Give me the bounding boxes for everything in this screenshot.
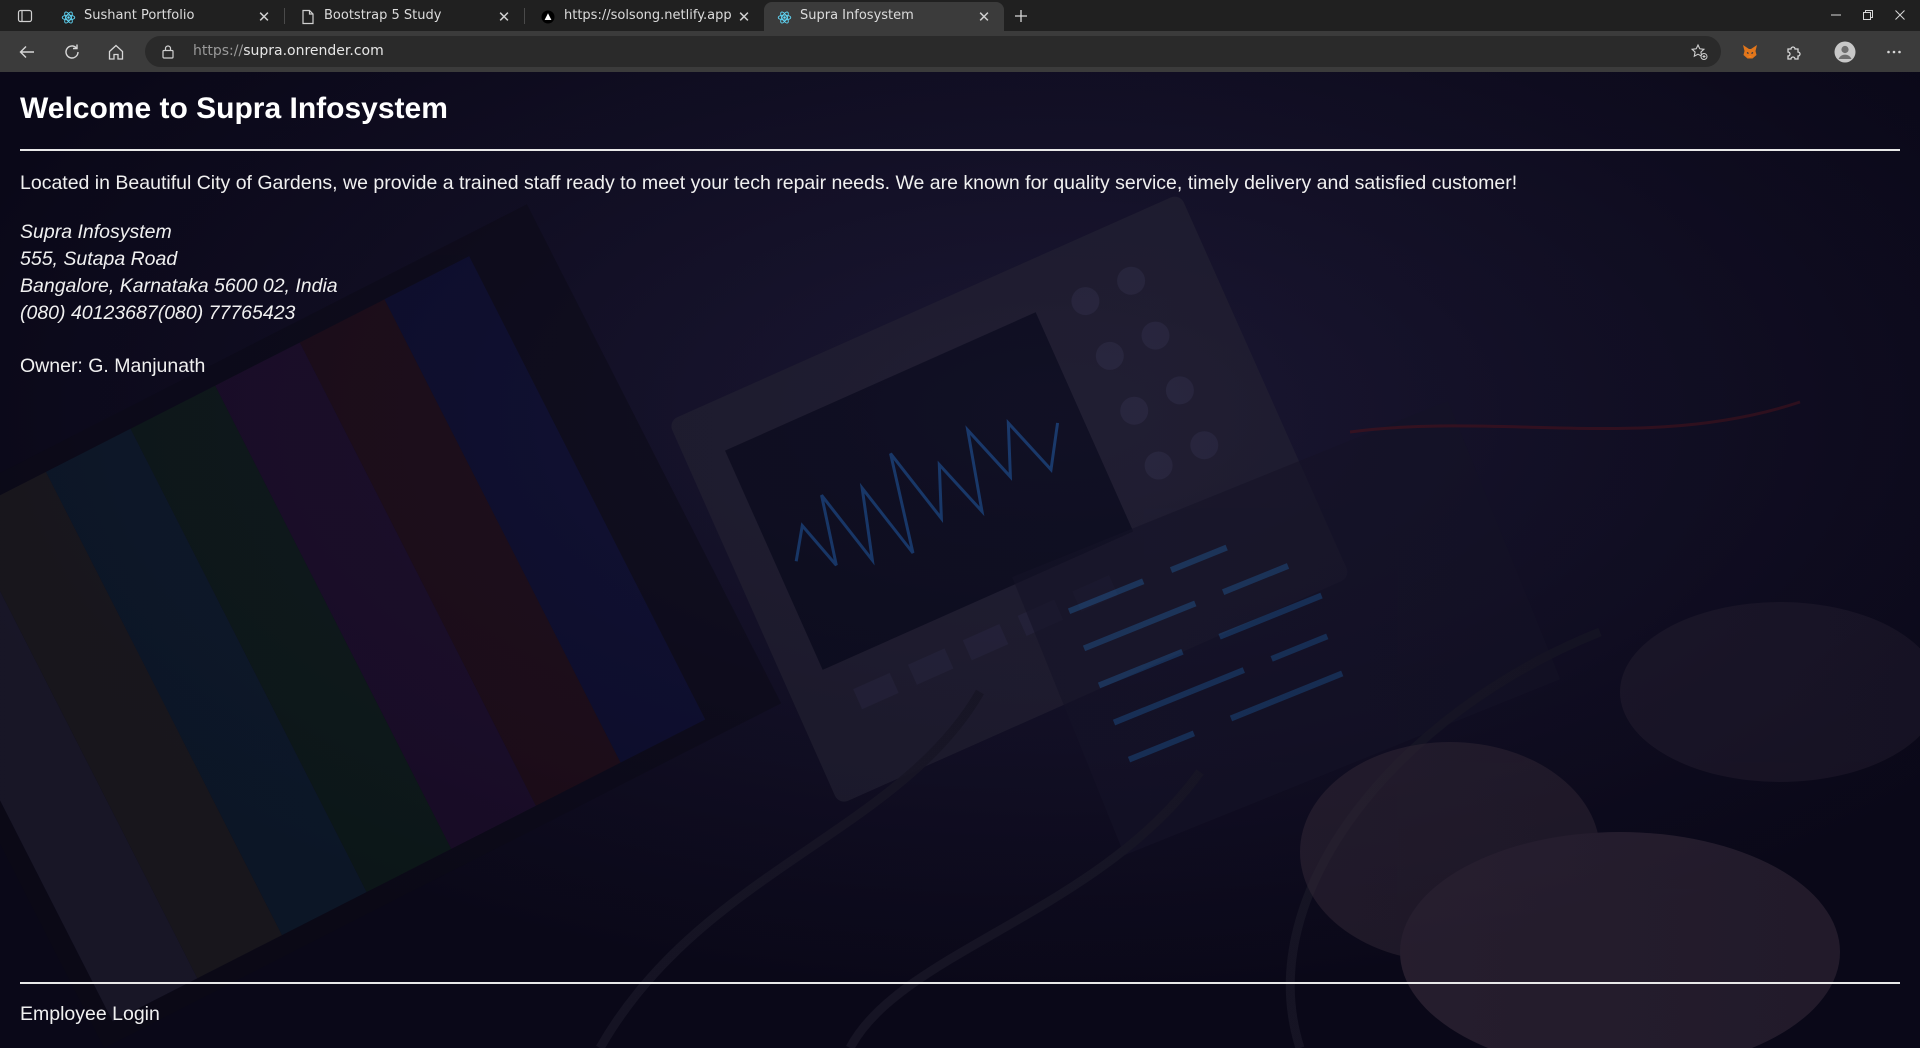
minimize-button[interactable] <box>1824 4 1848 26</box>
metamask-extension-button[interactable] <box>1738 40 1762 64</box>
react-icon <box>776 9 792 25</box>
web-page: Welcome to Supra Infosystem Located in B… <box>0 72 1920 1048</box>
tab-bootstrap-study[interactable]: Bootstrap 5 Study ✕ <box>288 2 524 31</box>
address-city: Bangalore, Karnataka 5600 02, India <box>20 275 338 297</box>
reload-icon <box>65 44 79 59</box>
close-tab-icon[interactable]: ✕ <box>496 8 512 26</box>
address-street: 555, Sutapa Road <box>20 248 178 270</box>
tab-title: https://solsong.netlify.app <box>564 8 732 23</box>
tab-separator <box>284 8 285 24</box>
reload-button[interactable] <box>60 40 84 64</box>
address-company-name: Supra Infosystem <box>20 221 172 243</box>
tab-title: Supra Infosystem <box>800 8 914 23</box>
tab-title: Bootstrap 5 Study <box>324 8 442 23</box>
restore-icon <box>1863 10 1873 20</box>
divider <box>20 149 1900 151</box>
arrow-left-icon <box>19 46 34 58</box>
puzzle-icon <box>1787 46 1801 60</box>
tab-supra-infosystem[interactable]: Supra Infosystem ✕ <box>764 2 1004 31</box>
employee-login-link[interactable]: Employee Login <box>20 1003 160 1026</box>
netlify-triangle-icon <box>540 9 556 25</box>
minimize-icon <box>1831 14 1841 16</box>
browser-toolbar: https://supra.onrender.com <box>0 31 1920 72</box>
fox-icon <box>1743 45 1757 59</box>
url-text[interactable]: https://supra.onrender.com <box>193 43 384 59</box>
url-protocol: https:// <box>193 43 244 59</box>
close-window-button[interactable] <box>1888 4 1912 26</box>
url-host: supra.onrender.com <box>243 43 384 59</box>
back-button[interactable] <box>15 40 39 64</box>
close-tab-icon[interactable]: ✕ <box>976 8 992 26</box>
tab-strip: Sushant Portfolio ✕ Bootstrap 5 Study ✕ … <box>0 0 1920 31</box>
footer-divider <box>20 982 1900 984</box>
more-horizontal-icon <box>1887 50 1901 54</box>
company-address: Supra Infosystem 555, Sutapa Road Bangal… <box>20 219 338 327</box>
home-icon <box>108 44 124 60</box>
page-title: Welcome to Supra Infosystem <box>20 92 448 125</box>
tab-separator <box>524 8 525 24</box>
avatar-icon <box>1834 41 1856 63</box>
address-phone: (080) 40123687(080) 77765423 <box>20 302 296 324</box>
settings-more-button[interactable] <box>1882 40 1906 64</box>
lock-icon[interactable] <box>161 44 175 63</box>
close-tab-icon[interactable]: ✕ <box>256 8 272 26</box>
tab-solsong[interactable]: https://solsong.netlify.app ✕ <box>528 2 764 31</box>
star-add-icon <box>1690 43 1708 60</box>
profile-button[interactable] <box>1832 40 1858 64</box>
tab-sushant-portfolio[interactable]: Sushant Portfolio ✕ <box>48 2 284 31</box>
restore-button[interactable] <box>1856 4 1880 26</box>
tab-actions-icon <box>17 9 33 23</box>
add-favorite-button[interactable] <box>1689 42 1709 62</box>
page-icon <box>300 9 316 25</box>
new-tab-button[interactable] <box>1009 5 1033 27</box>
close-icon <box>1895 10 1905 20</box>
close-tab-icon[interactable]: ✕ <box>736 8 752 26</box>
react-icon <box>60 9 76 25</box>
tab-title: Sushant Portfolio <box>84 8 195 23</box>
home-button[interactable] <box>104 40 128 64</box>
intro-paragraph: Located in Beautiful City of Gardens, we… <box>20 172 1518 194</box>
plus-icon <box>1015 10 1027 22</box>
tab-actions-button[interactable] <box>12 6 38 26</box>
address-bar[interactable]: https://supra.onrender.com <box>145 36 1721 67</box>
owner-text: Owner: G. Manjunath <box>20 355 206 377</box>
extensions-button[interactable] <box>1782 40 1806 64</box>
